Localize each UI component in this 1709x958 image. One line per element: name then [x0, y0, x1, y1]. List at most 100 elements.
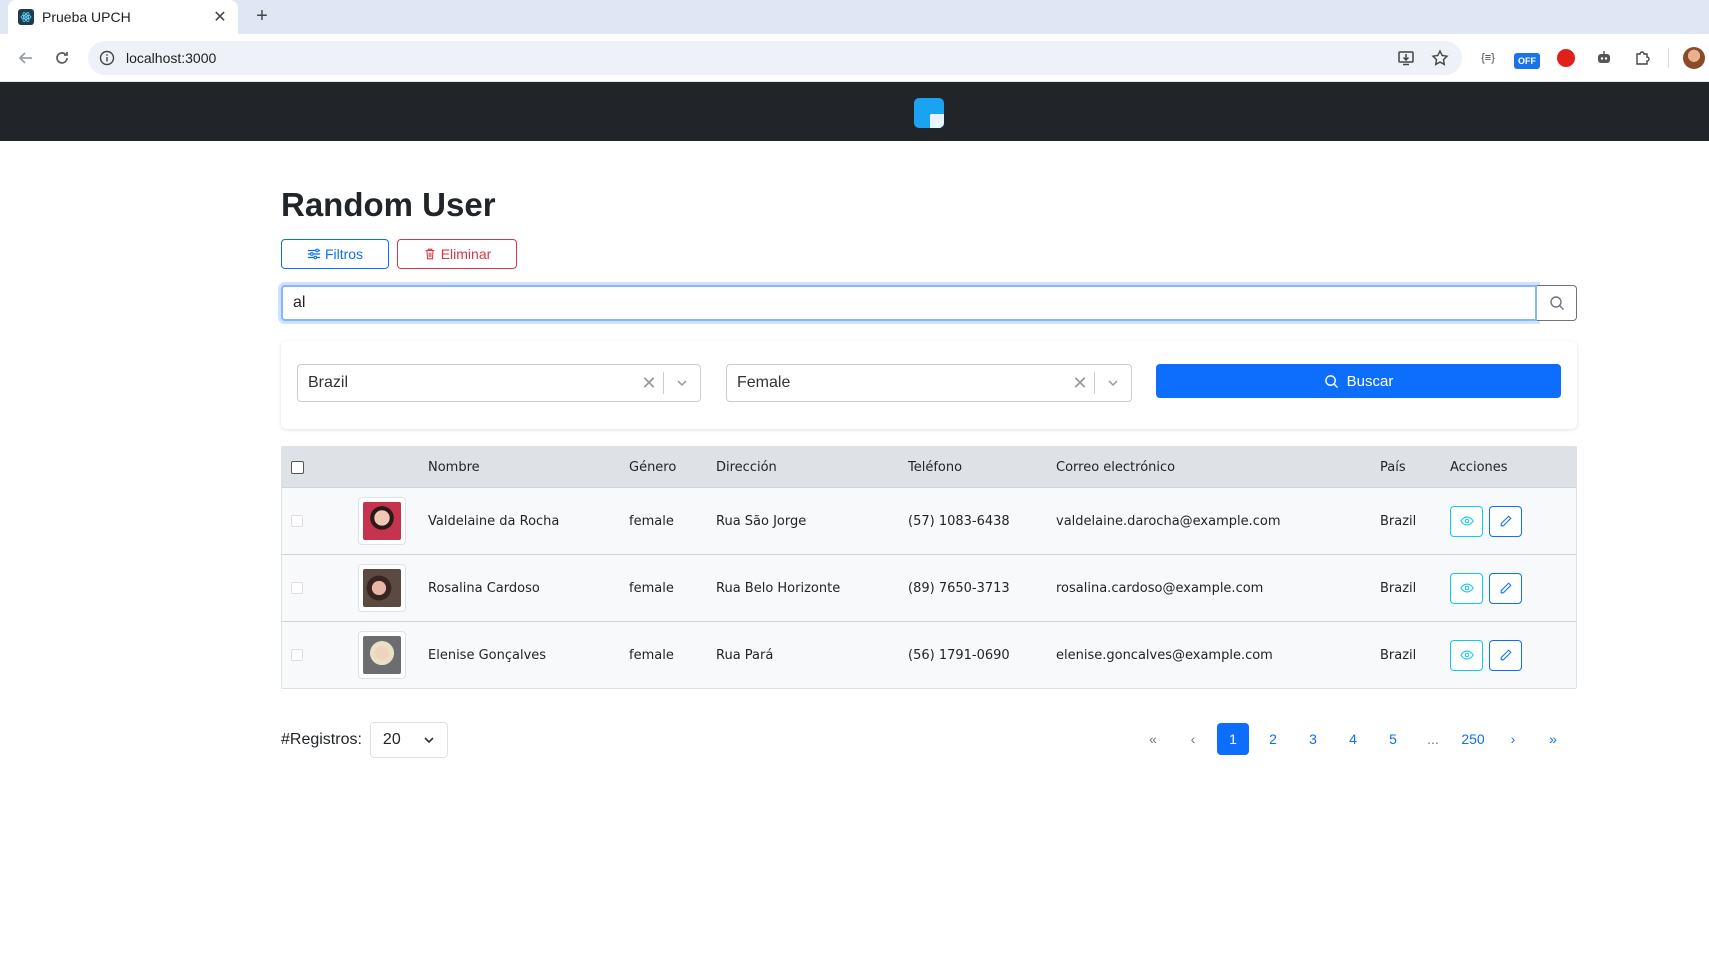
- view-user-button[interactable]: [1450, 572, 1483, 604]
- user-name: Rosalina Cardoso: [428, 580, 540, 596]
- records-per-page: #Registros: 20: [281, 722, 448, 758]
- install-app-icon[interactable]: [1396, 48, 1416, 68]
- header-phone: Teléfono: [908, 459, 963, 475]
- country-select-value: Brazil: [308, 374, 349, 391]
- row-checkbox[interactable]: [291, 649, 303, 661]
- browser-tab[interactable]: Prueba UPCH ✕: [8, 0, 238, 34]
- page-button-3[interactable]: 3: [1293, 723, 1333, 755]
- user-address: Rua Belo Horizonte: [716, 580, 841, 596]
- search-icon: [1549, 296, 1564, 310]
- user-address: Rua São Jorge: [716, 513, 807, 529]
- page-button-4[interactable]: 4: [1333, 723, 1373, 755]
- view-user-button[interactable]: [1450, 505, 1483, 537]
- bookmark-star-icon[interactable]: [1430, 48, 1450, 68]
- table-row: Rosalina Cardoso female Rua Belo Horizon…: [282, 554, 1576, 621]
- select-all-checkbox[interactable]: [291, 460, 304, 474]
- gender-select-value: Female: [737, 374, 791, 391]
- pencil-icon: [1500, 649, 1512, 661]
- search-icon: [1324, 374, 1338, 388]
- app-logo[interactable]: [914, 98, 944, 128]
- user-country: Brazil: [1380, 580, 1417, 596]
- reload-icon[interactable]: [48, 44, 76, 72]
- table-row: Valdelaine da Rocha female Rua São Jorge…: [282, 487, 1576, 554]
- trash-icon: [425, 248, 435, 260]
- back-icon[interactable]: [12, 44, 40, 72]
- clear-country-icon[interactable]: ✕: [635, 373, 663, 394]
- header-address: Dirección: [716, 459, 777, 475]
- records-select[interactable]: 20: [369, 722, 448, 758]
- page-title: Random User: [281, 186, 496, 223]
- user-phone: (56) 1791-0690: [908, 647, 1010, 663]
- row-checkbox[interactable]: [291, 515, 303, 527]
- delete-button[interactable]: Eliminar: [397, 239, 517, 269]
- user-gender: female: [629, 647, 674, 663]
- edit-user-button[interactable]: [1489, 572, 1522, 604]
- pagination-ellipsis: ...: [1427, 731, 1439, 747]
- view-user-button[interactable]: [1450, 639, 1483, 671]
- prev-page-button[interactable]: ‹: [1173, 723, 1213, 755]
- site-info-icon[interactable]: [98, 49, 116, 67]
- pagination: « ‹ 1 2 3 4 5 ... 250 › »: [1133, 722, 1573, 756]
- search-input[interactable]: [281, 285, 1537, 321]
- pencil-icon: [1500, 515, 1512, 527]
- records-select-value: 20: [382, 731, 401, 748]
- opera-extension-icon[interactable]: [1554, 46, 1578, 70]
- search-filters-label: Buscar: [1346, 372, 1394, 390]
- gender-select[interactable]: Female ✕: [726, 364, 1132, 402]
- extensions-puzzle-icon[interactable]: [1630, 46, 1654, 70]
- user-country: Brazil: [1380, 647, 1417, 663]
- clear-gender-icon[interactable]: ✕: [1066, 373, 1094, 394]
- react-icon: [18, 9, 34, 25]
- chevron-down-icon: [424, 737, 434, 744]
- tab-title: Prueba UPCH: [42, 9, 131, 25]
- records-label: #Registros:: [281, 731, 362, 748]
- new-tab-icon[interactable]: +: [250, 5, 274, 29]
- filter-panel: Brazil ✕ Female ✕ Buscar: [281, 341, 1577, 429]
- table-row: Elenise Gonçalves female Rua Pará (56) 1…: [282, 621, 1576, 688]
- user-gender: female: [629, 580, 674, 596]
- user-address: Rua Pará: [716, 647, 774, 663]
- sliders-icon: [307, 248, 321, 260]
- user-photo: [358, 564, 406, 612]
- delete-label: Eliminar: [440, 246, 492, 262]
- last-page-button[interactable]: »: [1533, 723, 1573, 755]
- header-actions: Acciones: [1450, 459, 1508, 475]
- browser-toolbar: localhost:3000 {≡} OFF: [0, 34, 1709, 82]
- search-submit-button[interactable]: [1537, 285, 1577, 321]
- user-photo: [358, 631, 406, 679]
- page-button-5[interactable]: 5: [1373, 723, 1413, 755]
- user-photo: [358, 497, 406, 545]
- json-viewer-extension-icon[interactable]: {≡}: [1476, 46, 1500, 70]
- tab-close-icon[interactable]: ✕: [212, 7, 228, 27]
- edit-user-button[interactable]: [1489, 505, 1522, 537]
- header-gender: Género: [629, 459, 677, 475]
- chevron-down-icon[interactable]: [1095, 376, 1131, 390]
- chevron-down-icon[interactable]: [664, 376, 700, 390]
- eye-icon: [1459, 650, 1474, 660]
- first-page-button[interactable]: «: [1133, 723, 1173, 755]
- off-extension-icon[interactable]: OFF: [1514, 53, 1540, 69]
- country-select[interactable]: Brazil ✕: [297, 364, 701, 402]
- page-button-1[interactable]: 1: [1217, 723, 1249, 755]
- search-filters-button[interactable]: Buscar: [1156, 364, 1561, 398]
- user-name: Valdelaine da Rocha: [428, 513, 560, 529]
- next-page-button[interactable]: ›: [1493, 723, 1533, 755]
- address-bar[interactable]: localhost:3000: [88, 41, 1462, 75]
- user-phone: (57) 1083-6438: [908, 513, 1010, 529]
- address-url: localhost:3000: [126, 50, 217, 66]
- robot-extension-icon[interactable]: [1592, 46, 1616, 70]
- edit-user-button[interactable]: [1489, 639, 1522, 671]
- user-email: rosalina.cardoso@example.com: [1056, 580, 1264, 596]
- row-checkbox[interactable]: [291, 582, 303, 594]
- eye-icon: [1459, 583, 1474, 593]
- user-email: valdelaine.darocha@example.com: [1056, 513, 1281, 529]
- profile-avatar[interactable]: [1683, 47, 1705, 69]
- page-button-2[interactable]: 2: [1253, 723, 1293, 755]
- pencil-icon: [1500, 582, 1512, 594]
- eye-icon: [1459, 516, 1474, 526]
- page-button-last[interactable]: 250: [1453, 723, 1493, 755]
- user-country: Brazil: [1380, 513, 1417, 529]
- filters-button[interactable]: Filtros: [281, 239, 389, 269]
- user-email: elenise.goncalves@example.com: [1056, 647, 1273, 663]
- browser-tabbar: Prueba UPCH ✕ +: [0, 0, 1709, 34]
